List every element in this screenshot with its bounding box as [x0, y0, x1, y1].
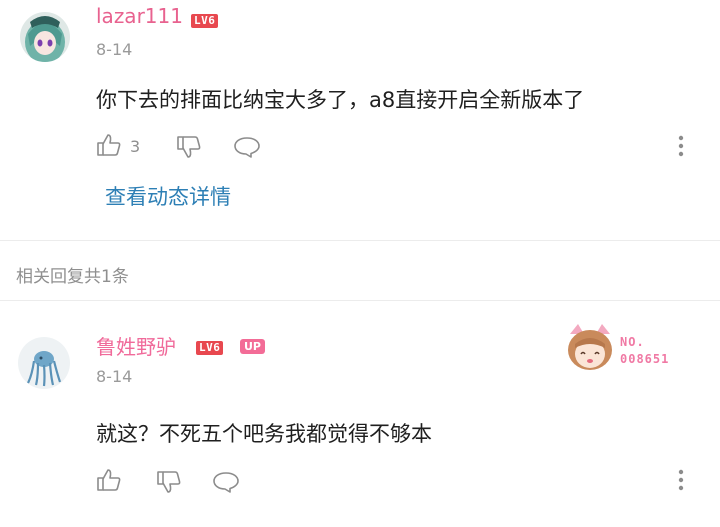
- up-badge: UP: [240, 339, 265, 354]
- thumbs-up-icon[interactable]: [96, 467, 122, 493]
- fan-badge[interactable]: NO. 008651: [562, 320, 682, 372]
- replies-section-title: 相关回复共1条: [16, 267, 129, 287]
- fan-badge-label: NO.: [620, 335, 645, 349]
- username[interactable]: lazar111: [96, 4, 183, 28]
- comment-date: 8-14: [96, 40, 133, 59]
- fan-badge-number: 008651: [620, 352, 670, 366]
- thumbs-down-icon[interactable]: [156, 469, 182, 495]
- thumbs-down-icon[interactable]: [176, 134, 202, 160]
- reply-text: 就这？不死五个吧务我都觉得不够本: [96, 422, 432, 446]
- comment-text: 你下去的排面比纳宝大多了，a8直接开启全新版本了: [96, 88, 585, 112]
- like-count: 3: [130, 137, 141, 156]
- divider: [0, 300, 720, 301]
- level-badge: LV6: [196, 341, 224, 355]
- comment-bubble-icon[interactable]: [233, 135, 261, 159]
- thumbs-up-icon[interactable]: [96, 132, 122, 158]
- fan-badge-character-icon: [568, 324, 612, 370]
- username[interactable]: 鲁姓野驴: [96, 331, 176, 360]
- avatar[interactable]: [18, 337, 70, 389]
- more-options-icon[interactable]: [676, 468, 686, 492]
- level-badge: LV6: [191, 14, 219, 28]
- avatar[interactable]: [20, 12, 70, 62]
- reply-date: 8-14: [96, 367, 133, 386]
- comment-bubble-icon[interactable]: [212, 470, 240, 494]
- divider: [0, 240, 720, 241]
- view-detail-link[interactable]: 查看动态详情: [105, 181, 231, 211]
- more-options-icon[interactable]: [676, 134, 686, 158]
